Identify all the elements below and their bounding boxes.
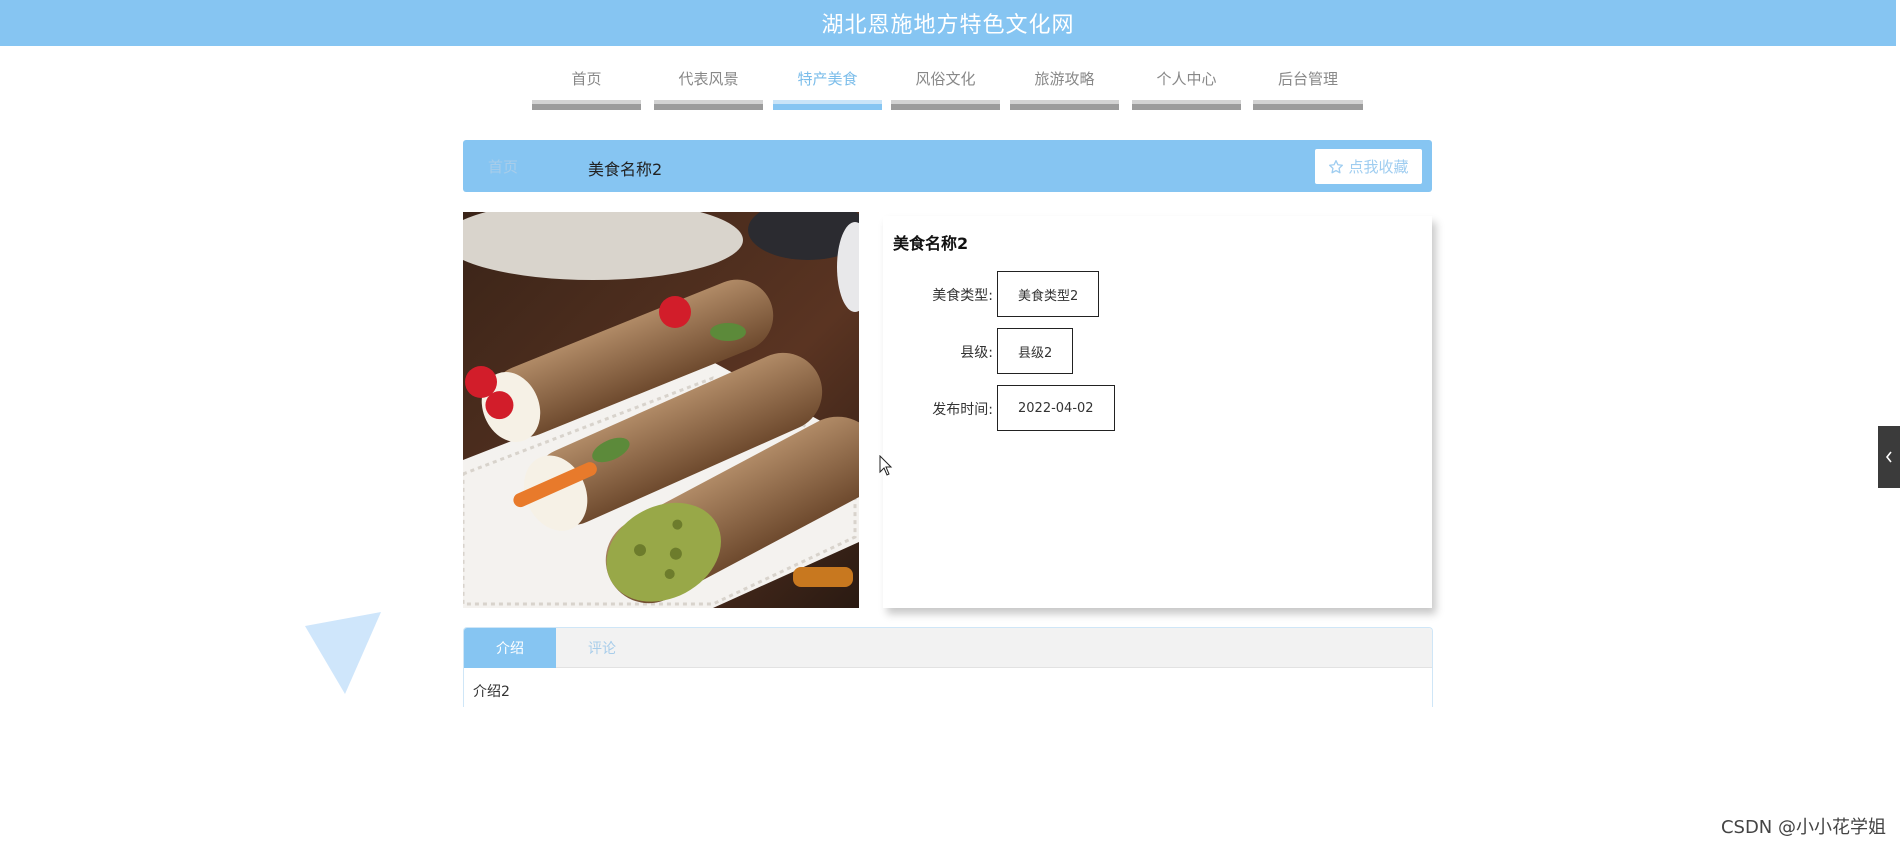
breadcrumb: 首页 美食名称2 点我收藏 — [463, 140, 1432, 192]
nav-item-bar — [532, 100, 641, 110]
nav-item-label: 旅游攻略 — [1034, 70, 1095, 88]
decorative-triangle — [305, 612, 381, 694]
mouse-cursor-icon — [879, 455, 893, 476]
page: 湖北恩施地方特色文化网 首页 代表风景 特产美食 风俗文化 旅游攻略 个人中心 … — [0, 0, 1900, 844]
nav-item-scenery[interactable]: 代表风景 — [654, 66, 763, 110]
favorite-button[interactable]: 点我收藏 — [1315, 149, 1422, 184]
field-label: 美食类型: — [932, 288, 993, 304]
nav-item-food[interactable]: 特产美食 — [773, 66, 882, 110]
nav-item-home[interactable]: 首页 — [532, 66, 641, 110]
side-panel-toggle[interactable] — [1878, 426, 1900, 488]
nav-item-label: 个人中心 — [1156, 70, 1217, 88]
nav-item-profile[interactable]: 个人中心 — [1132, 66, 1241, 110]
nav-item-admin[interactable]: 后台管理 — [1253, 66, 1363, 110]
field-label: 县级: — [960, 345, 993, 361]
tab-intro[interactable]: 介绍 — [464, 628, 556, 668]
detail-tabs: 介绍 评论 介绍2 — [463, 627, 1433, 707]
food-photo — [463, 212, 859, 608]
nav-item-label: 风俗文化 — [915, 70, 976, 88]
nav-item-label: 特产美食 — [797, 70, 858, 88]
field-label: 发布时间: — [932, 402, 993, 418]
nav-item-label: 代表风景 — [678, 70, 739, 88]
favorite-button-label: 点我收藏 — [1348, 158, 1409, 176]
field-county: 县级: 县级2 — [883, 328, 1283, 374]
food-detail-panel: 美食名称2 美食类型: 美食类型2 县级: 县级2 发布时间: 2022-04-… — [883, 216, 1432, 608]
field-value: 2022-04-02 — [997, 385, 1115, 431]
tab-comments[interactable]: 评论 — [556, 628, 648, 668]
field-value: 美食类型2 — [997, 271, 1100, 317]
top-banner: 湖北恩施地方特色文化网 — [0, 0, 1896, 46]
nav-item-bar — [891, 100, 1000, 110]
food-title: 美食名称2 — [893, 234, 969, 253]
breadcrumb-current: 美食名称2 — [588, 160, 663, 179]
tabs-header: 介绍 评论 — [464, 628, 1432, 668]
star-outline-icon — [1329, 159, 1344, 173]
field-food-type: 美食类型: 美食类型2 — [883, 271, 1283, 317]
field-value: 县级2 — [997, 328, 1074, 374]
nav-item-culture[interactable]: 风俗文化 — [891, 66, 1000, 110]
nav-item-bar — [1010, 100, 1119, 110]
field-publish-date: 发布时间: 2022-04-02 — [883, 385, 1283, 431]
nav-item-travel[interactable]: 旅游攻略 — [1010, 66, 1119, 110]
nav-item-label: 后台管理 — [1277, 70, 1338, 88]
nav-item-bar — [654, 100, 763, 110]
chevron-left-icon — [1885, 451, 1892, 463]
nav-item-label: 首页 — [571, 70, 602, 88]
breadcrumb-home-link[interactable]: 首页 — [488, 156, 518, 177]
nav-item-bar — [773, 100, 882, 110]
nav-item-bar — [1132, 100, 1241, 110]
watermark: CSDN @小小花学姐 — [1720, 817, 1886, 838]
tab-content-text: 介绍2 — [473, 684, 510, 700]
nav-item-bar — [1253, 100, 1363, 110]
site-title: 湖北恩施地方特色文化网 — [821, 13, 1075, 38]
